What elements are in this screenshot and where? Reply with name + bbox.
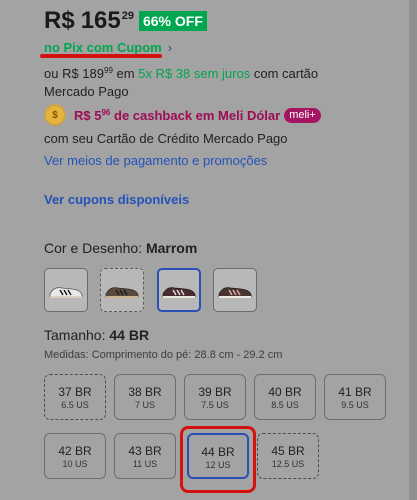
size-br: 42 BR (58, 444, 92, 458)
meli-dollar-coin-icon: $ (44, 104, 66, 126)
color-swatch-white-black[interactable] (44, 268, 88, 312)
size-us: 9.5 US (341, 400, 369, 410)
product-buy-box: R$ 165 29 66% OFF no Pix com Cupom › ou R… (0, 0, 409, 500)
size-option-41[interactable]: 41 BR 9.5 US (324, 374, 386, 420)
size-option-43[interactable]: 43 BR 11 US (114, 433, 176, 479)
size-option-38[interactable]: 38 BR 7 US (114, 374, 176, 420)
installments-suffix: com cartão (253, 66, 319, 81)
size-option-40[interactable]: 40 BR 8.5 US (254, 374, 316, 420)
size-us: 7 US (134, 400, 155, 410)
color-label-row: Cor e Desenho: Marrom (44, 240, 197, 256)
annotation-highlight-box (180, 426, 256, 493)
annotation-underline (40, 54, 162, 58)
color-swatch-maroon[interactable] (157, 268, 201, 312)
size-label-row: Tamanho: 44 BR (44, 327, 149, 343)
cashback-cents: 96 (101, 107, 111, 117)
size-br: 45 BR (271, 444, 305, 458)
pix-coupon-text: no Pix com Cupom (44, 40, 162, 55)
size-br: 43 BR (128, 444, 162, 458)
cashback-text: R$ 596 de cashback em Meli Dólar (74, 108, 280, 123)
color-swatch-brown-black[interactable] (100, 268, 144, 312)
size-br: 37 BR (58, 385, 92, 399)
pix-coupon-link[interactable]: no Pix com Cupom › (44, 40, 172, 55)
discount-badge: 66% OFF (138, 11, 207, 31)
size-option-39[interactable]: 39 BR 7.5 US (184, 374, 246, 420)
price-cents: 29 (121, 10, 134, 22)
installments-em: em (116, 66, 135, 81)
cashback-line-2: com seu Cartão de Crédito Mercado Pago (44, 131, 288, 146)
cashback-rest: de cashback em Meli Dólar (114, 107, 281, 123)
color-value: Marrom (145, 240, 198, 256)
shoe-white-icon (49, 287, 83, 298)
installments-line-2: Mercado Pago (44, 84, 129, 99)
size-us: 10 US (62, 459, 88, 469)
cashback-amount: R$ 5 (74, 107, 102, 123)
size-br: 40 BR (268, 385, 302, 399)
size-label: Tamanho: (44, 327, 106, 343)
color-label: Cor e Desenho: (44, 240, 143, 256)
meli-plus-badge: meli+ (284, 107, 321, 123)
price-amount: 165 (80, 7, 121, 34)
coupons-link[interactable]: Ver cupons disponíveis (44, 192, 189, 207)
size-option-45[interactable]: 45 BR 12.5 US (257, 433, 319, 479)
size-us: 11 US (132, 459, 158, 469)
size-us: 8.5 US (271, 400, 299, 410)
size-us: 7.5 US (201, 400, 229, 410)
cashback-row: $ R$ 596 de cashback em Meli Dólar meli+ (44, 104, 321, 126)
size-measure-text: Medidas: Comprimento do pé: 28.8 cm - 29… (44, 349, 283, 361)
price-row: R$ 165 29 66% OFF (44, 6, 207, 36)
shoe-maroon-icon (162, 287, 196, 298)
size-br: 38 BR (128, 385, 162, 399)
price-currency: R$ (44, 7, 75, 34)
size-option-37[interactable]: 37 BR 6.5 US (44, 374, 106, 420)
size-br: 39 BR (198, 385, 232, 399)
installments-line: ou R$ 18999 em 5x R$ 38 sem juros com ca… (44, 66, 318, 81)
installments-prefix-cents: 99 (104, 66, 113, 75)
payment-methods-link[interactable]: Ver meios de pagamento e promoções (44, 153, 267, 168)
size-value: 44 BR (109, 327, 150, 343)
chevron-right-icon: › (167, 40, 173, 55)
size-us: 6.5 US (61, 400, 89, 410)
size-br: 41 BR (338, 385, 372, 399)
size-option-42[interactable]: 42 BR 10 US (44, 433, 106, 479)
size-us: 12.5 US (271, 459, 305, 469)
shoe-brown-icon (105, 287, 139, 298)
shoe-dark-brown-icon (218, 287, 252, 298)
color-swatch-dark-brown-pink[interactable] (213, 268, 257, 312)
installments-prefix: ou R$ 189 (44, 66, 104, 81)
installments-plan: 5x R$ 38 sem juros (138, 66, 251, 81)
